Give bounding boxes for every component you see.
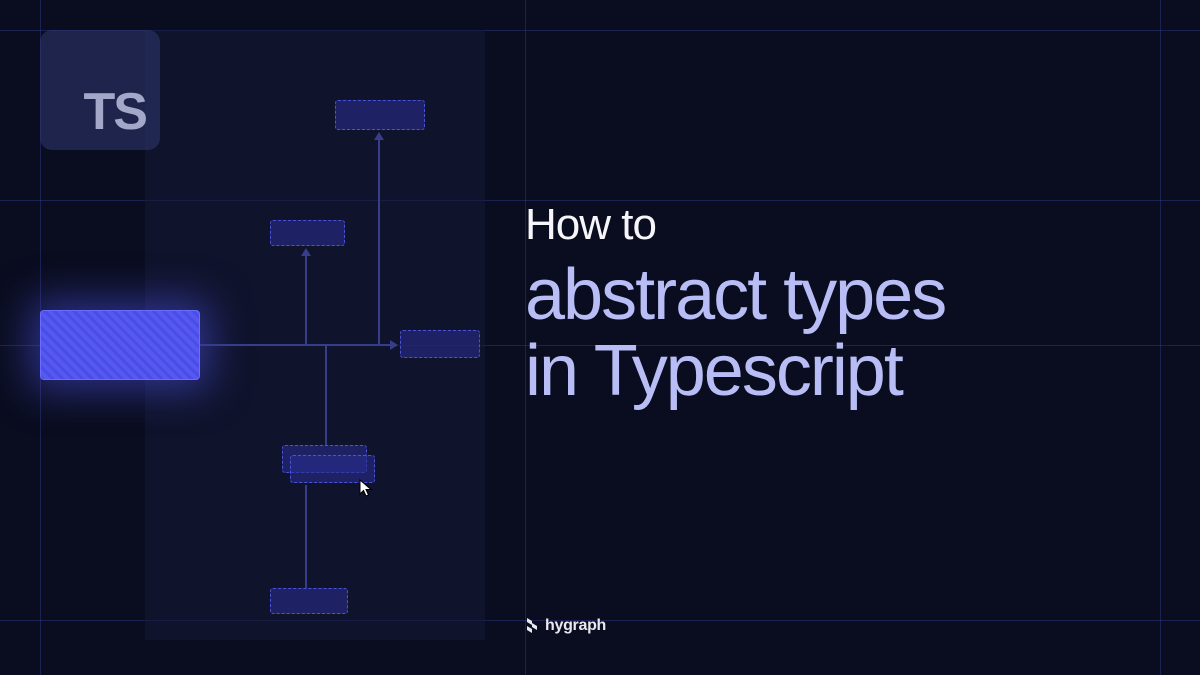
typescript-badge-text: TS xyxy=(84,82,146,142)
grid-line-v xyxy=(1160,0,1161,675)
connector xyxy=(378,135,380,345)
diagram-node xyxy=(335,100,425,130)
diagram-node xyxy=(400,330,480,358)
title-main-line2: in Typescript xyxy=(525,334,945,410)
arrow-icon xyxy=(374,132,384,140)
hygraph-icon xyxy=(525,618,539,634)
connector xyxy=(305,485,307,588)
typescript-badge: TS xyxy=(40,30,160,150)
cursor-icon xyxy=(358,478,374,498)
connector xyxy=(325,345,327,445)
diagram-node-main xyxy=(40,310,200,380)
title-eyebrow: How to xyxy=(525,200,945,250)
diagram-node xyxy=(270,588,348,614)
arrow-icon xyxy=(390,340,398,350)
brand-name: hygraph xyxy=(545,617,606,635)
connector xyxy=(200,344,395,346)
title-main-line1: abstract types xyxy=(525,258,945,334)
brand-logo: hygraph xyxy=(525,617,606,635)
diagram-node xyxy=(270,220,345,246)
title-block: How to abstract types in Typescript xyxy=(525,200,945,409)
connector xyxy=(305,250,307,345)
arrow-icon xyxy=(301,248,311,256)
